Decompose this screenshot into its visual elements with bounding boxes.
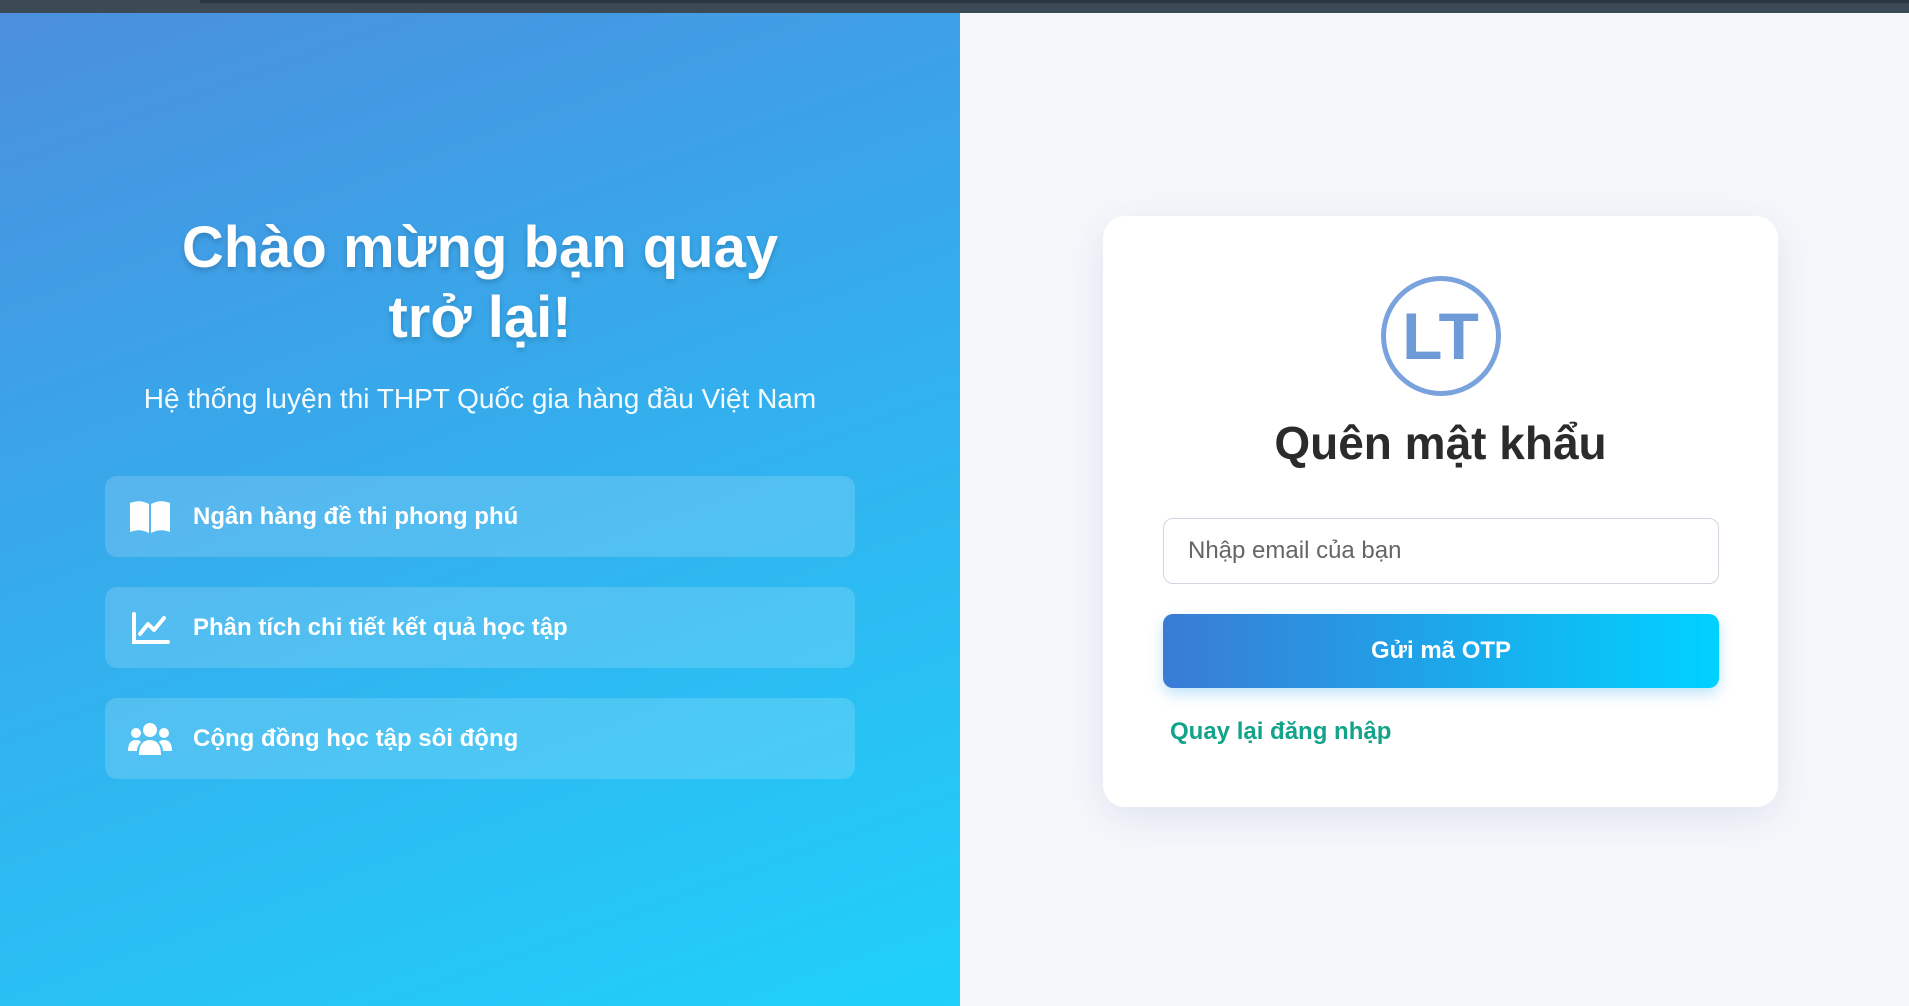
welcome-subtitle: Hệ thống luyện thi THPT Quốc gia hàng đầ… [143,383,817,414]
feature-label: Cộng đồng học tập sôi động [193,724,519,752]
feature-item-community: Cộng đồng học tập sôi động [105,698,855,779]
line-chart-icon [127,608,173,648]
email-field[interactable] [1163,518,1719,584]
page-title: Quên mật khẩu [1274,417,1607,469]
browser-tab-bar [200,0,1909,3]
book-open-icon [127,497,173,537]
feature-item-analytics: Phân tích chi tiết kết quả học tập [105,587,855,668]
logo-text: LT [1402,299,1480,373]
send-otp-button[interactable]: Gửi mã OTP [1163,614,1719,688]
welcome-content: Chào mừng bạn quay trở lại! Hệ thống luy… [105,213,855,415]
feature-list: Ngân hàng đề thi phong phú Phân tích chi… [105,476,855,809]
feature-label: Phân tích chi tiết kết quả học tập [193,613,568,641]
forgot-password-card: LT Quên mật khẩu Gửi mã OTP Quay lại đăn… [1103,216,1778,807]
browser-top-strip [0,0,1909,13]
back-to-login-link[interactable]: Quay lại đăng nhập [1170,718,1391,746]
logo: LT [1381,276,1501,396]
users-icon [127,719,173,759]
feature-item-question-bank: Ngân hàng đề thi phong phú [105,476,855,557]
feature-label: Ngân hàng đề thi phong phú [193,502,519,530]
welcome-title: Chào mừng bạn quay trở lại! [181,215,779,350]
